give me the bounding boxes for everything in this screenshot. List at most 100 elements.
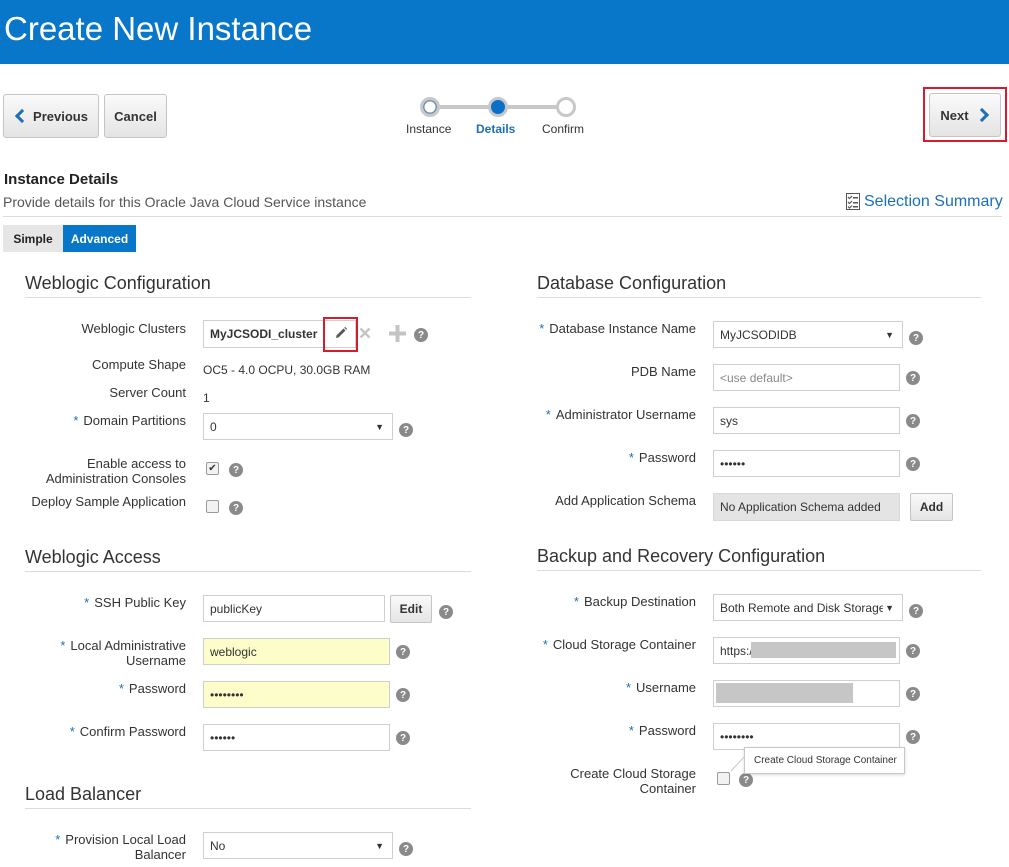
confirm-password-label: * Confirm Password	[69, 724, 186, 739]
help-icon[interactable]: ?	[399, 423, 413, 437]
enable-access-label: Enable access to Administration Consoles	[45, 456, 186, 486]
db-password-input[interactable]: ••••••	[713, 450, 900, 477]
password-label: * Password	[118, 681, 186, 696]
help-icon[interactable]: ?	[906, 644, 920, 658]
deploy-sample-checkbox[interactable]	[206, 500, 219, 513]
weblogic-clusters-label: Weblogic Clusters	[81, 321, 186, 336]
cloud-storage-container-label: * Cloud Storage Container	[542, 637, 696, 652]
ssh-key-input[interactable]: publicKey	[203, 595, 385, 622]
pdb-name-label: PDB Name	[630, 364, 696, 379]
divider	[3, 216, 1002, 217]
compute-shape-value: OC5 - 4.0 OCPU, 30.0GB RAM	[203, 363, 371, 377]
close-icon[interactable]	[359, 327, 371, 339]
db-password-label: * Password	[628, 450, 696, 465]
tooltip-pointer	[730, 756, 746, 772]
weblogic-access-heading: Weblogic Access	[25, 547, 161, 567]
train-label-instance[interactable]: Instance	[406, 122, 451, 136]
divider	[25, 571, 471, 572]
db-instance-select[interactable]: MyJCSODIDB ▼	[713, 321, 903, 348]
help-icon[interactable]: ?	[414, 328, 428, 342]
help-icon[interactable]: ?	[229, 501, 243, 515]
train-step-confirm[interactable]	[556, 97, 576, 117]
chevron-right-icon	[974, 107, 989, 123]
help-icon[interactable]: ?	[906, 730, 920, 744]
app-schema-label: Add Application Schema	[555, 493, 696, 508]
server-count-value: 1	[203, 391, 210, 405]
divider	[25, 297, 471, 298]
chevron-down-icon: ▼	[375, 422, 384, 432]
section-description: Provide details for this Oracle Java Clo…	[3, 194, 367, 210]
divider	[537, 570, 981, 571]
add-schema-button[interactable]: Add	[910, 493, 953, 521]
tooltip: Create Cloud Storage Container	[744, 747, 905, 774]
domain-partitions-select[interactable]: 0 ▼	[203, 413, 393, 440]
selection-summary-link[interactable]: Selection Summary	[864, 193, 1003, 211]
compute-shape-label: Compute Shape	[92, 357, 186, 372]
enable-access-checkbox[interactable]: ✔	[206, 462, 219, 475]
edit-ssh-key-button[interactable]: Edit	[390, 595, 432, 623]
train-label-confirm[interactable]: Confirm	[542, 122, 584, 136]
chevron-down-icon: ▼	[883, 603, 894, 613]
cancel-button[interactable]: Cancel	[104, 94, 167, 138]
chevron-down-icon: ▼	[375, 841, 384, 851]
previous-label: Previous	[33, 108, 88, 124]
next-button[interactable]: Next	[929, 93, 1001, 137]
help-icon[interactable]: ?	[229, 463, 243, 477]
local-admin-username-input[interactable]: weblogic	[203, 638, 390, 665]
admin-username-label: * Administrator Username	[545, 407, 696, 422]
app-schema-value: No Application Schema added	[713, 493, 900, 521]
ssh-key-label: * SSH Public Key	[84, 595, 186, 610]
chevron-down-icon: ▼	[885, 330, 894, 340]
backup-password-label: * Password	[628, 723, 696, 738]
previous-button[interactable]: Previous	[3, 94, 99, 138]
divider	[25, 808, 471, 809]
load-balancer-heading: Load Balancer	[25, 784, 142, 804]
help-icon[interactable]: ?	[906, 687, 920, 701]
tab-advanced[interactable]: Advanced	[63, 225, 136, 252]
checklist-icon[interactable]	[846, 193, 860, 210]
tab-simple[interactable]: Simple	[3, 225, 63, 252]
page-title: Create New Instance	[4, 10, 313, 47]
help-icon[interactable]: ?	[906, 414, 920, 428]
help-icon[interactable]: ?	[906, 371, 920, 385]
database-configuration-heading: Database Configuration	[537, 273, 727, 293]
confirm-password-input[interactable]: ••••••	[203, 724, 390, 751]
password-input[interactable]: ••••••••	[203, 681, 390, 708]
section-title: Instance Details	[4, 171, 119, 188]
backup-destination-label: * Backup Destination	[573, 594, 696, 609]
create-container-label: Create Cloud Storage Container	[570, 766, 696, 796]
backup-destination-select[interactable]: Both Remote and Disk Storage ▼	[713, 594, 903, 621]
provision-load-balancer-select[interactable]: No ▼	[203, 832, 393, 859]
deploy-sample-label: Deploy Sample Application	[31, 494, 186, 509]
train-step-details	[488, 97, 508, 117]
local-admin-label: * Local Administrative Username	[60, 638, 186, 668]
redacted-area	[716, 683, 853, 703]
help-icon[interactable]: ?	[906, 457, 920, 471]
backup-recovery-heading: Backup and Recovery Configuration	[537, 546, 826, 566]
plus-icon[interactable]	[389, 325, 406, 342]
provision-load-balancer-label: * Provision Local Load Balancer	[55, 832, 186, 862]
pencil-icon[interactable]	[334, 326, 348, 340]
next-label: Next	[940, 107, 969, 123]
chevron-left-icon	[14, 108, 30, 124]
backup-password-input[interactable]: ••••••••	[713, 723, 900, 750]
backup-username-label: * Username	[625, 680, 696, 695]
help-icon[interactable]: ?	[396, 688, 410, 702]
help-icon[interactable]: ?	[399, 842, 413, 856]
train-step-instance[interactable]	[420, 97, 440, 117]
domain-partitions-label: * Domain Partitions	[73, 413, 186, 428]
help-icon[interactable]: ?	[396, 645, 410, 659]
create-container-checkbox[interactable]	[717, 772, 730, 785]
help-icon[interactable]: ?	[439, 605, 453, 619]
divider	[537, 297, 981, 298]
admin-username-input[interactable]: sys	[713, 407, 900, 434]
pdb-name-input[interactable]: <use default>	[713, 364, 900, 391]
help-icon[interactable]: ?	[909, 331, 923, 345]
help-icon[interactable]: ?	[909, 604, 923, 618]
weblogic-configuration-heading: Weblogic Configuration	[25, 273, 211, 293]
help-icon[interactable]: ?	[739, 773, 753, 787]
help-icon[interactable]: ?	[396, 731, 410, 745]
db-instance-label: * Database Instance Name	[539, 321, 696, 336]
redacted-area	[751, 642, 896, 658]
train-label-details: Details	[476, 122, 516, 136]
